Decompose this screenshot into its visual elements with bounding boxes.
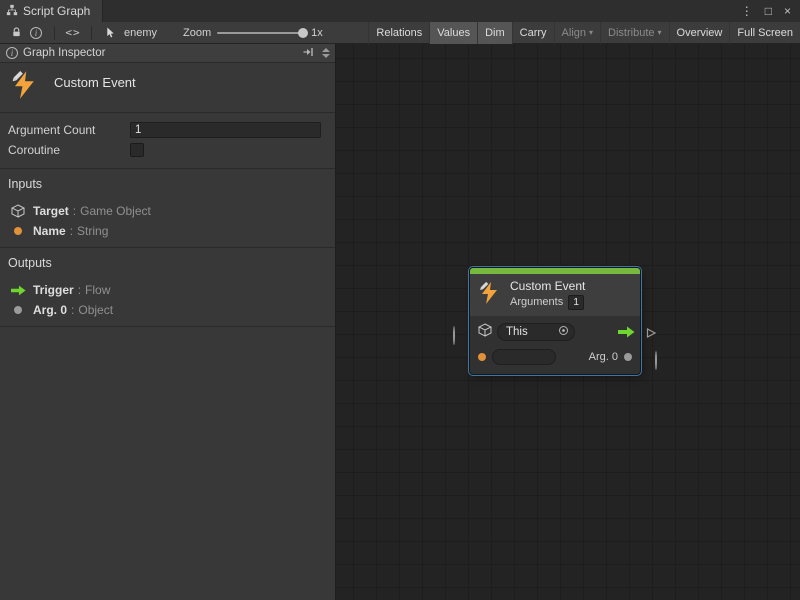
event-header: Custom Event bbox=[0, 63, 335, 113]
pin-row-target: Target : Game Object bbox=[8, 201, 327, 221]
toolbar-button-align[interactable]: Align ▾ bbox=[554, 22, 600, 44]
toolbar-separator bbox=[91, 26, 92, 40]
coroutine-label: Coroutine bbox=[8, 143, 130, 157]
object-port-icon bbox=[10, 306, 26, 314]
custom-event-node[interactable]: Custom Event Arguments 1 bbox=[470, 268, 640, 374]
toolbar-button-overview[interactable]: Overview bbox=[669, 22, 730, 44]
toolbar-button-relations[interactable]: Relations bbox=[368, 22, 429, 44]
chevron-down-icon: ▾ bbox=[589, 28, 593, 37]
zoom-value: 1x bbox=[311, 27, 323, 39]
graph-canvas[interactable]: Custom Event Arguments 1 bbox=[336, 44, 800, 600]
target-picker-icon[interactable] bbox=[558, 325, 569, 339]
pin-row-name: Name : String bbox=[8, 221, 327, 241]
pointer-icon bbox=[100, 22, 120, 44]
graph-inspector-title: Graph Inspector bbox=[23, 47, 105, 59]
toolbar-button-values[interactable]: Values bbox=[429, 22, 477, 44]
scroll-up-icon[interactable] bbox=[322, 48, 330, 52]
arg0-label: Arg. 0 bbox=[589, 351, 618, 363]
zoom-slider-knob[interactable] bbox=[298, 28, 308, 38]
toolbar-button-dim[interactable]: Dim bbox=[477, 22, 512, 44]
toolbar-separator bbox=[54, 26, 55, 40]
cube-icon bbox=[478, 323, 492, 342]
trigger-output-connection-port[interactable] bbox=[645, 326, 657, 344]
toolbar-button-carry[interactable]: Carry bbox=[512, 22, 554, 44]
target-dropdown[interactable]: This bbox=[497, 323, 575, 341]
argument-count-input[interactable] bbox=[130, 122, 321, 138]
title-bar: Script Graph ⋮ □ × bbox=[0, 0, 800, 22]
target-input-connection-port[interactable] bbox=[453, 327, 455, 345]
outputs-section: Outputs Trigger : Flow Arg. 0 : Object bbox=[0, 248, 335, 327]
close-icon[interactable]: × bbox=[784, 4, 791, 18]
pin-row-arg0: Arg. 0 : Object bbox=[8, 300, 327, 320]
zoom-slider[interactable] bbox=[217, 32, 305, 34]
pin-row-trigger: Trigger : Flow bbox=[8, 280, 327, 300]
string-port-icon bbox=[10, 227, 26, 235]
custom-event-icon bbox=[10, 70, 40, 105]
graph-inspector-panel: i Graph Inspector bbox=[0, 44, 336, 600]
maximize-icon[interactable]: □ bbox=[765, 4, 772, 18]
target-dropdown-value: This bbox=[506, 326, 528, 338]
lock-icon[interactable] bbox=[6, 22, 26, 44]
event-settings: Argument Count Coroutine bbox=[0, 113, 335, 169]
inputs-section: Inputs Target : Game Object Name : Stri bbox=[0, 169, 335, 248]
graph-object-name: enemy bbox=[124, 27, 157, 39]
arguments-label: Arguments bbox=[510, 294, 563, 311]
outputs-heading: Outputs bbox=[8, 256, 327, 272]
string-input-port[interactable] bbox=[478, 353, 486, 361]
toolbar-button-distribute[interactable]: Distribute ▾ bbox=[600, 22, 668, 44]
cube-icon bbox=[10, 204, 26, 218]
inputs-heading: Inputs bbox=[8, 177, 327, 193]
zoom-label: Zoom bbox=[183, 27, 211, 39]
flow-output-port[interactable] bbox=[618, 326, 635, 338]
object-output-port[interactable] bbox=[624, 353, 632, 361]
arguments-count-badge: 1 bbox=[568, 295, 584, 310]
argument-count-label: Argument Count bbox=[8, 123, 130, 137]
script-graph-icon bbox=[6, 4, 18, 19]
arg0-output-connection-port[interactable] bbox=[655, 352, 657, 370]
scroll-stepper[interactable] bbox=[319, 48, 333, 58]
node-header: Custom Event Arguments 1 bbox=[470, 274, 640, 316]
unity-script-graph-window: Script Graph ⋮ □ × i <> bbox=[0, 0, 800, 600]
flow-arrow-icon bbox=[10, 285, 26, 296]
node-title: Custom Event bbox=[510, 279, 585, 294]
graph-toolbar: i <> enemy Zoom 1x Relations Values Dim bbox=[0, 22, 800, 44]
toolbar-button-fullscreen[interactable]: Full Screen bbox=[729, 22, 800, 44]
code-icon[interactable]: <> bbox=[63, 22, 83, 44]
custom-event-icon bbox=[478, 281, 502, 310]
info-icon[interactable]: i bbox=[26, 22, 46, 44]
arg0-input[interactable] bbox=[492, 349, 556, 365]
event-title: Custom Event bbox=[54, 73, 136, 90]
coroutine-checkbox[interactable] bbox=[130, 143, 144, 157]
chevron-down-icon: ▾ bbox=[658, 28, 662, 37]
window-menu-icon[interactable]: ⋮ bbox=[741, 4, 753, 18]
tab-title: Script Graph bbox=[23, 4, 90, 18]
graph-inspector-header: i Graph Inspector bbox=[0, 44, 335, 63]
node-body: This bbox=[470, 316, 640, 374]
tab-script-graph[interactable]: Script Graph bbox=[0, 0, 103, 22]
dock-icon[interactable] bbox=[302, 46, 314, 61]
scroll-down-icon[interactable] bbox=[322, 54, 330, 58]
info-icon: i bbox=[6, 47, 18, 59]
